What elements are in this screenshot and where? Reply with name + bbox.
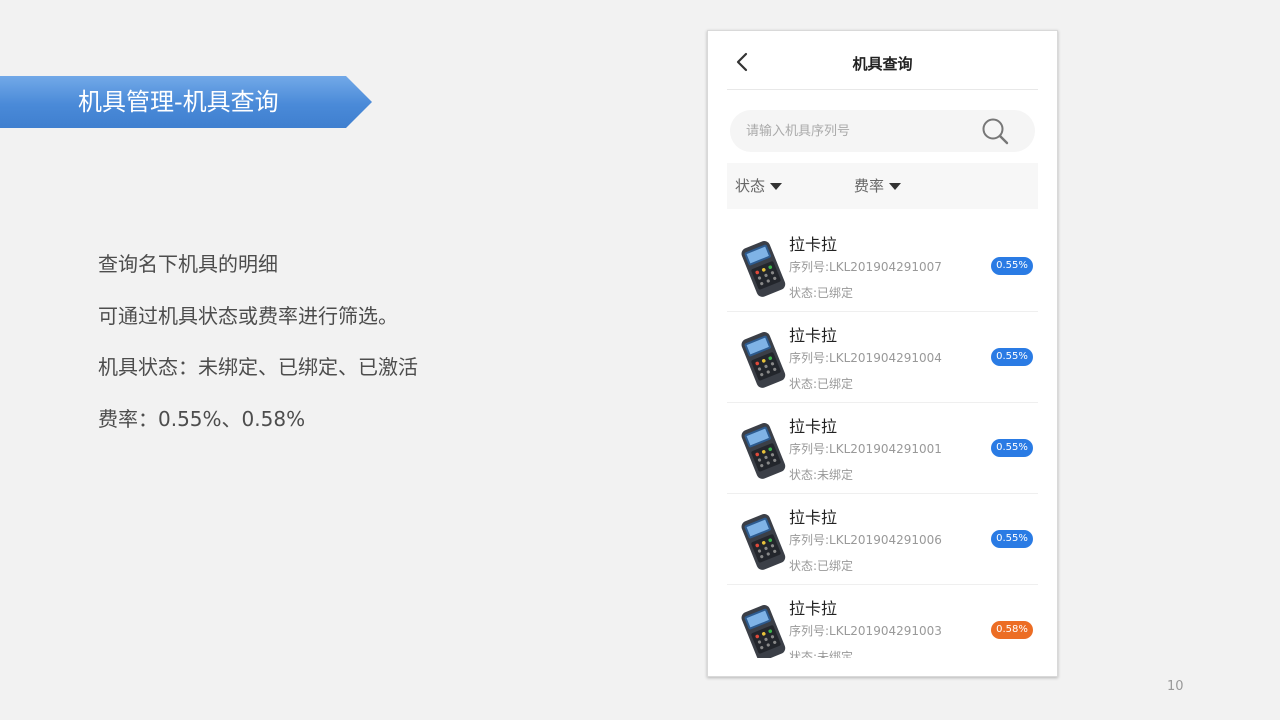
status-filter-label: 状态	[735, 177, 766, 195]
rate-badge: 0.55%	[991, 530, 1033, 548]
rate-badge: 0.55%	[991, 439, 1033, 457]
pos-terminal-icon	[741, 332, 786, 388]
rate-badge: 0.55%	[991, 348, 1033, 366]
device-status: 状态:已绑定	[789, 559, 854, 573]
rate-filter-label: 费率	[854, 177, 885, 195]
filter-bar: 状态 费率	[727, 163, 1038, 209]
device-serial: 序列号:LKL201904291006	[789, 533, 942, 547]
device-status: 状态:已绑定	[789, 286, 854, 300]
device-serial: 序列号:LKL201904291001	[789, 442, 942, 456]
device-item[interactable]: 拉卡拉 序列号:LKL201904291004 状态:已绑定 0.55%	[727, 312, 1038, 403]
device-name: 拉卡拉	[789, 417, 838, 436]
pos-terminal-icon	[741, 605, 786, 658]
page-number: 10	[1167, 679, 1184, 694]
desc-line: 查询名下机具的明细	[98, 252, 278, 276]
nav-title: 机具查询	[852, 55, 913, 73]
status-filter[interactable]: 状态	[735, 163, 783, 209]
device-name: 拉卡拉	[789, 326, 838, 345]
rate-badge: 0.55%	[991, 257, 1033, 275]
device-serial: 序列号:LKL201904291003	[789, 624, 942, 638]
device-list: 拉卡拉 序列号:LKL201904291007 状态:已绑定 0.55% 拉卡拉…	[727, 221, 1038, 658]
device-status: 状态:已绑定	[789, 377, 854, 391]
device-serial: 序列号:LKL201904291004	[789, 351, 942, 365]
rate-badge: 0.58%	[991, 621, 1033, 639]
search-input[interactable]	[746, 121, 966, 141]
device-item[interactable]: 拉卡拉 序列号:LKL201904291007 状态:已绑定 0.55%	[727, 221, 1038, 312]
search-box[interactable]	[730, 110, 1035, 152]
desc-line: 可通过机具状态或费率进行筛选。	[98, 304, 398, 328]
device-item[interactable]: 拉卡拉 序列号:LKL201904291001 状态:未绑定 0.55%	[727, 403, 1038, 494]
caret-down-icon	[889, 182, 902, 190]
slide-title: 机具管理-机具查询	[78, 88, 279, 116]
device-serial: 序列号:LKL201904291007	[789, 260, 942, 274]
device-status: 状态:未绑定	[789, 650, 854, 658]
title-banner: 机具管理-机具查询	[0, 76, 372, 128]
pos-terminal-icon	[741, 514, 786, 570]
device-name: 拉卡拉	[789, 508, 838, 527]
device-item[interactable]: 拉卡拉 序列号:LKL201904291003 状态:未绑定 0.58%	[727, 585, 1038, 658]
nav-divider	[727, 89, 1038, 90]
search-icon[interactable]	[980, 116, 1010, 146]
caret-down-icon	[770, 182, 783, 190]
device-status: 状态:未绑定	[789, 468, 854, 482]
desc-line: 费率：0.55%、0.58%	[98, 407, 306, 431]
device-item[interactable]: 拉卡拉 序列号:LKL201904291006 状态:已绑定 0.55%	[727, 494, 1038, 585]
pos-terminal-icon	[741, 241, 786, 297]
desc-line: 机具状态：未绑定、已绑定、已激活	[98, 355, 418, 379]
device-name: 拉卡拉	[789, 235, 838, 254]
pos-terminal-icon	[741, 423, 786, 479]
phone-screen: 机具查询 状态 费率	[707, 30, 1058, 677]
device-name: 拉卡拉	[789, 599, 838, 618]
rate-filter[interactable]: 费率	[854, 163, 902, 209]
